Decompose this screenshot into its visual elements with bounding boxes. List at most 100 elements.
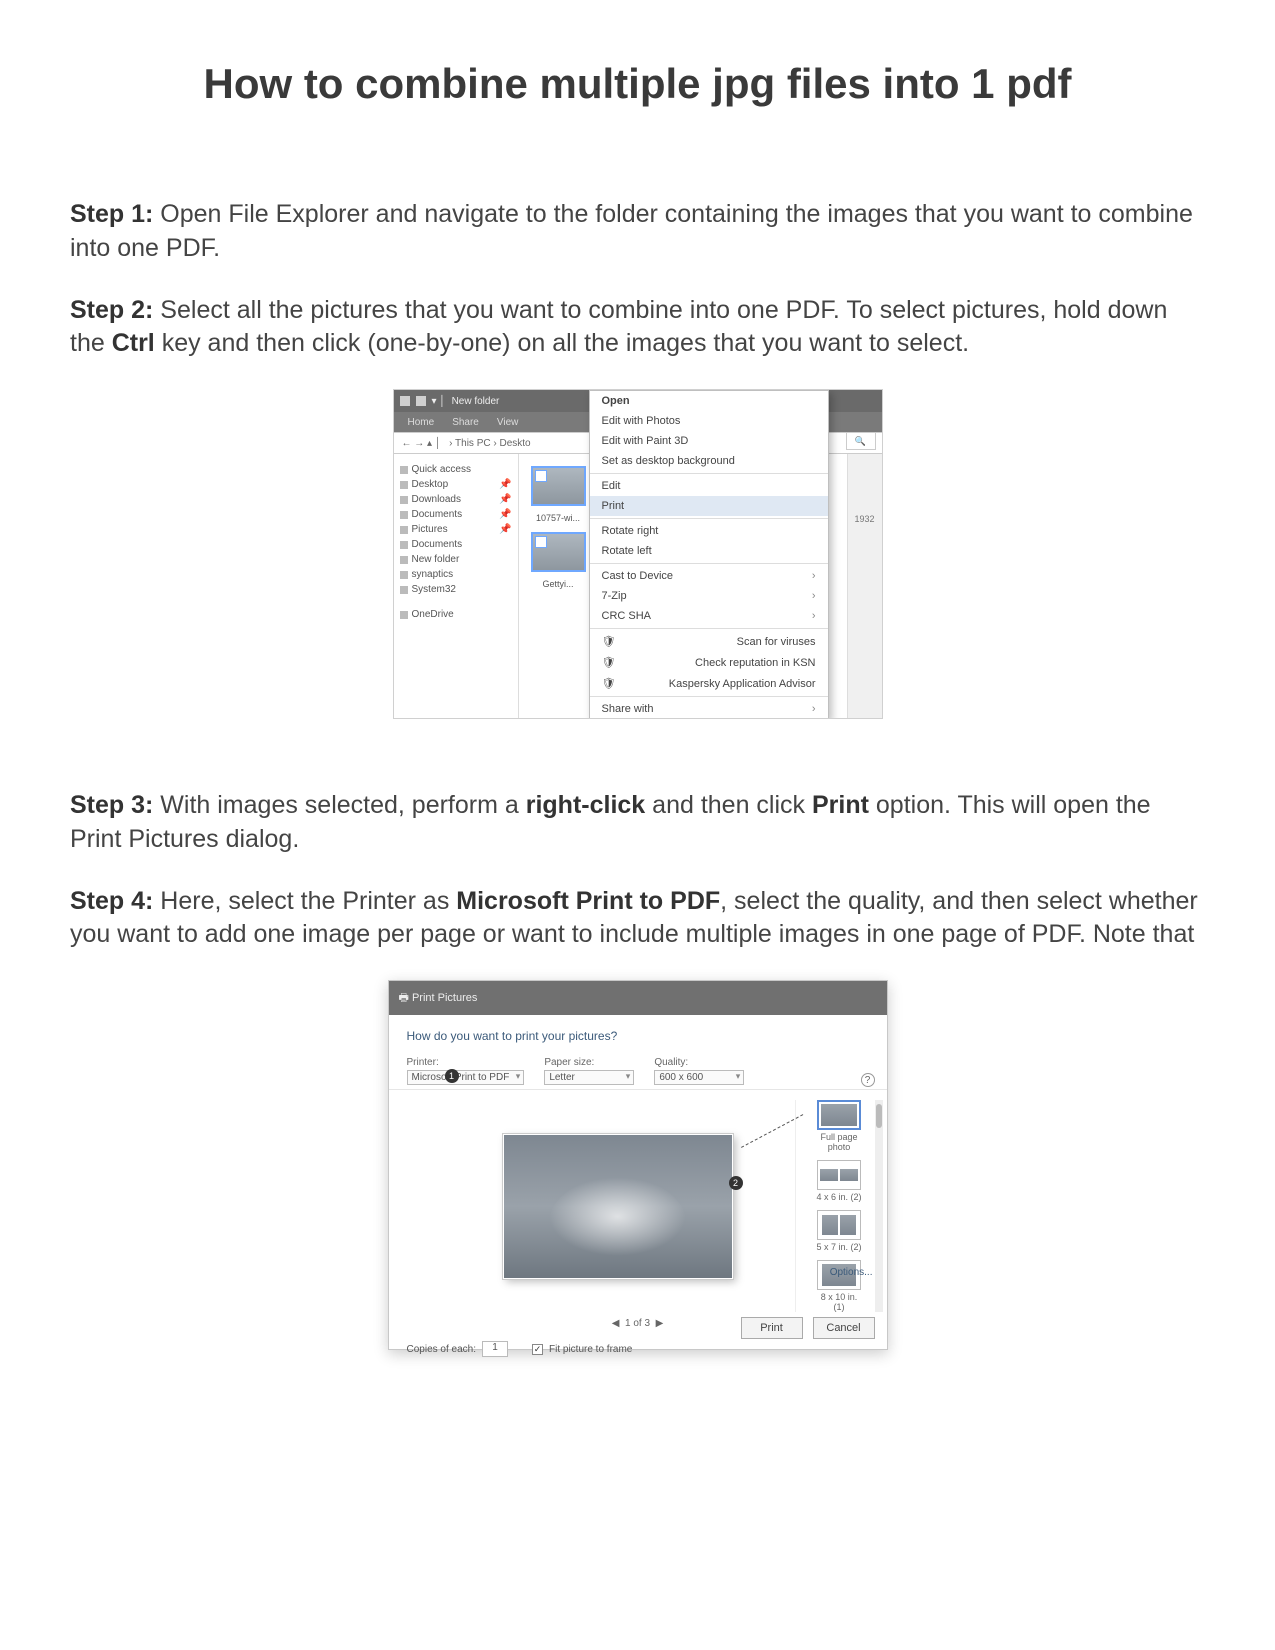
- step-2-ctrl: Ctrl: [112, 329, 155, 357]
- sidebar-item-documents-2[interactable]: Documents: [398, 537, 514, 552]
- ribbon-view[interactable]: View: [497, 417, 519, 428]
- layout-5x7[interactable]: 5 x 7 in. (2): [815, 1210, 863, 1252]
- sidebar-item-pictures[interactable]: Pictures📌: [398, 522, 514, 537]
- menu-divider: [590, 696, 828, 697]
- step-4-label: Step 4:: [70, 887, 153, 915]
- sidebar-item-system32[interactable]: System32: [398, 582, 514, 597]
- step-2-text-b: key and then click (one-by-one) on all t…: [155, 329, 969, 357]
- step-4-bold: Microsoft Print to PDF: [456, 887, 720, 915]
- dialog-titlebar: 🖶 Print Pictures: [389, 981, 887, 1015]
- ribbon-share[interactable]: Share: [452, 417, 479, 428]
- thumb-label-1: 10757-wi...: [527, 513, 590, 523]
- dialog-buttons: Print Cancel: [741, 1317, 875, 1339]
- step-2: Step 2: Select all the pictures that you…: [70, 294, 1205, 362]
- menu-ksn[interactable]: 🛡 Check reputation in KSN: [590, 652, 828, 673]
- ribbon-home[interactable]: Home: [408, 417, 435, 428]
- breadcrumb[interactable]: › This PC › Deskto: [449, 438, 531, 449]
- callout-badge-2: 2: [729, 1176, 743, 1190]
- menu-divider: [590, 518, 828, 519]
- dialog-prompt: How do you want to print your pictures?: [389, 1015, 887, 1045]
- sidebar-label: OneDrive: [412, 609, 454, 620]
- menu-label: Rotate right: [602, 525, 659, 537]
- step-3-text-b: and then click: [645, 791, 812, 819]
- layout-full-page[interactable]: Full page photo: [815, 1100, 863, 1152]
- pictures-icon: [400, 526, 408, 534]
- menu-divider: [590, 563, 828, 564]
- menu-label: CRC SHA: [602, 610, 652, 622]
- image-thumbnail[interactable]: [531, 532, 586, 572]
- menu-rotate-left[interactable]: Rotate left: [590, 541, 828, 561]
- sidebar-quick-access[interactable]: Quick access: [398, 462, 514, 477]
- layout-4x6[interactable]: 4 x 6 in. (2): [815, 1160, 863, 1202]
- context-menu: Open Edit with Photos Edit with Paint 3D…: [589, 390, 829, 719]
- documents-icon: [400, 541, 408, 549]
- menu-edit-photos[interactable]: Edit with Photos: [590, 411, 828, 431]
- copies-spinbox[interactable]: 1: [482, 1341, 508, 1357]
- cancel-button[interactable]: Cancel: [813, 1317, 875, 1339]
- chevron-right-icon: ›: [812, 610, 816, 622]
- layout-scrollbar[interactable]: [875, 1100, 883, 1312]
- quality-group: Quality: 600 x 600: [654, 1057, 744, 1085]
- sidebar-item-synaptics[interactable]: synaptics: [398, 567, 514, 582]
- menu-7zip[interactable]: 7-Zip ›: [590, 586, 828, 606]
- step-1-label: Step 1:: [70, 200, 153, 228]
- menu-label: Open: [602, 395, 630, 407]
- quality-select[interactable]: 600 x 600: [654, 1070, 744, 1085]
- preview-page: [503, 1134, 733, 1279]
- sidebar-label: New folder: [412, 554, 460, 565]
- menu-label: Edit with Paint 3D: [602, 435, 689, 447]
- menu-label: Edit: [602, 480, 621, 492]
- sidebar-item-onedrive[interactable]: OneDrive: [398, 607, 514, 622]
- printer-select[interactable]: Microsoft Print to PDF: [407, 1070, 525, 1085]
- image-thumbnail[interactable]: [531, 466, 586, 506]
- folder-icon: [400, 556, 408, 564]
- menu-open[interactable]: Open: [590, 391, 828, 411]
- menu-divider: [590, 473, 828, 474]
- menu-edit-paint3d[interactable]: Edit with Paint 3D: [590, 431, 828, 451]
- menu-edit[interactable]: Edit: [590, 476, 828, 496]
- menu-scan[interactable]: 🛡 Scan for viruses: [590, 631, 828, 652]
- layout-label: 5 x 7 in. (2): [816, 1242, 861, 1252]
- menu-crc[interactable]: CRC SHA ›: [590, 606, 828, 626]
- copies-label: Copies of each:: [407, 1344, 477, 1355]
- menu-rotate-right[interactable]: Rotate right: [590, 521, 828, 541]
- menu-label: Set as desktop background: [602, 455, 735, 467]
- menu-label: Cast to Device: [602, 570, 674, 582]
- menu-cast[interactable]: Cast to Device ›: [590, 566, 828, 586]
- chevron-right-icon: ›: [812, 703, 816, 715]
- menu-label: Share with: [602, 703, 654, 715]
- sidebar-item-desktop[interactable]: Desktop📌: [398, 477, 514, 492]
- file-explorer-screenshot: ▾ │ New folder Home Share View ← → ▴ │ ›…: [393, 389, 883, 719]
- menu-advisor[interactable]: 🛡 Kaspersky Application Advisor: [590, 673, 828, 694]
- step-3-bold2: Print: [812, 791, 869, 819]
- menu-print[interactable]: Print: [590, 496, 828, 516]
- screenshot-2-wrap: 🖶 Print Pictures How do you want to prin…: [70, 980, 1205, 1350]
- chevron-right-icon: ›: [812, 590, 816, 602]
- step-3: Step 3: With images selected, perform a …: [70, 789, 1205, 857]
- downloads-icon: [400, 496, 408, 504]
- menu-label: Print: [602, 500, 625, 512]
- window-title: New folder: [452, 396, 500, 407]
- explorer-details-pane: 1932: [847, 454, 882, 718]
- sidebar-item-documents[interactable]: Documents📌: [398, 507, 514, 522]
- explorer-search[interactable]: 🔍: [846, 432, 876, 450]
- fit-checkbox[interactable]: ✓: [532, 1344, 543, 1355]
- menu-label: 7-Zip: [602, 590, 627, 602]
- sidebar-label: Desktop: [412, 479, 449, 490]
- paper-select[interactable]: Letter: [544, 1070, 634, 1085]
- menu-label: Check reputation in KSN: [695, 657, 815, 669]
- menu-label: Rotate left: [602, 545, 652, 557]
- options-link[interactable]: Options...: [830, 1267, 873, 1278]
- sidebar-label: Documents: [412, 539, 463, 550]
- help-icon[interactable]: ?: [861, 1073, 875, 1087]
- sidebar-item-downloads[interactable]: Downloads📌: [398, 492, 514, 507]
- callout-badge-1: 1: [445, 1069, 459, 1083]
- chevron-right-icon: ›: [812, 570, 816, 582]
- sidebar-item-newfolder[interactable]: New folder: [398, 552, 514, 567]
- menu-share-with[interactable]: Share with ›: [590, 699, 828, 719]
- print-button[interactable]: Print: [741, 1317, 803, 1339]
- layout-label: 4 x 6 in. (2): [816, 1192, 861, 1202]
- sidebar-label: synaptics: [412, 569, 454, 580]
- menu-set-background[interactable]: Set as desktop background: [590, 451, 828, 471]
- copies-row: Copies of each: 1 ✓ Fit picture to frame: [389, 1335, 887, 1363]
